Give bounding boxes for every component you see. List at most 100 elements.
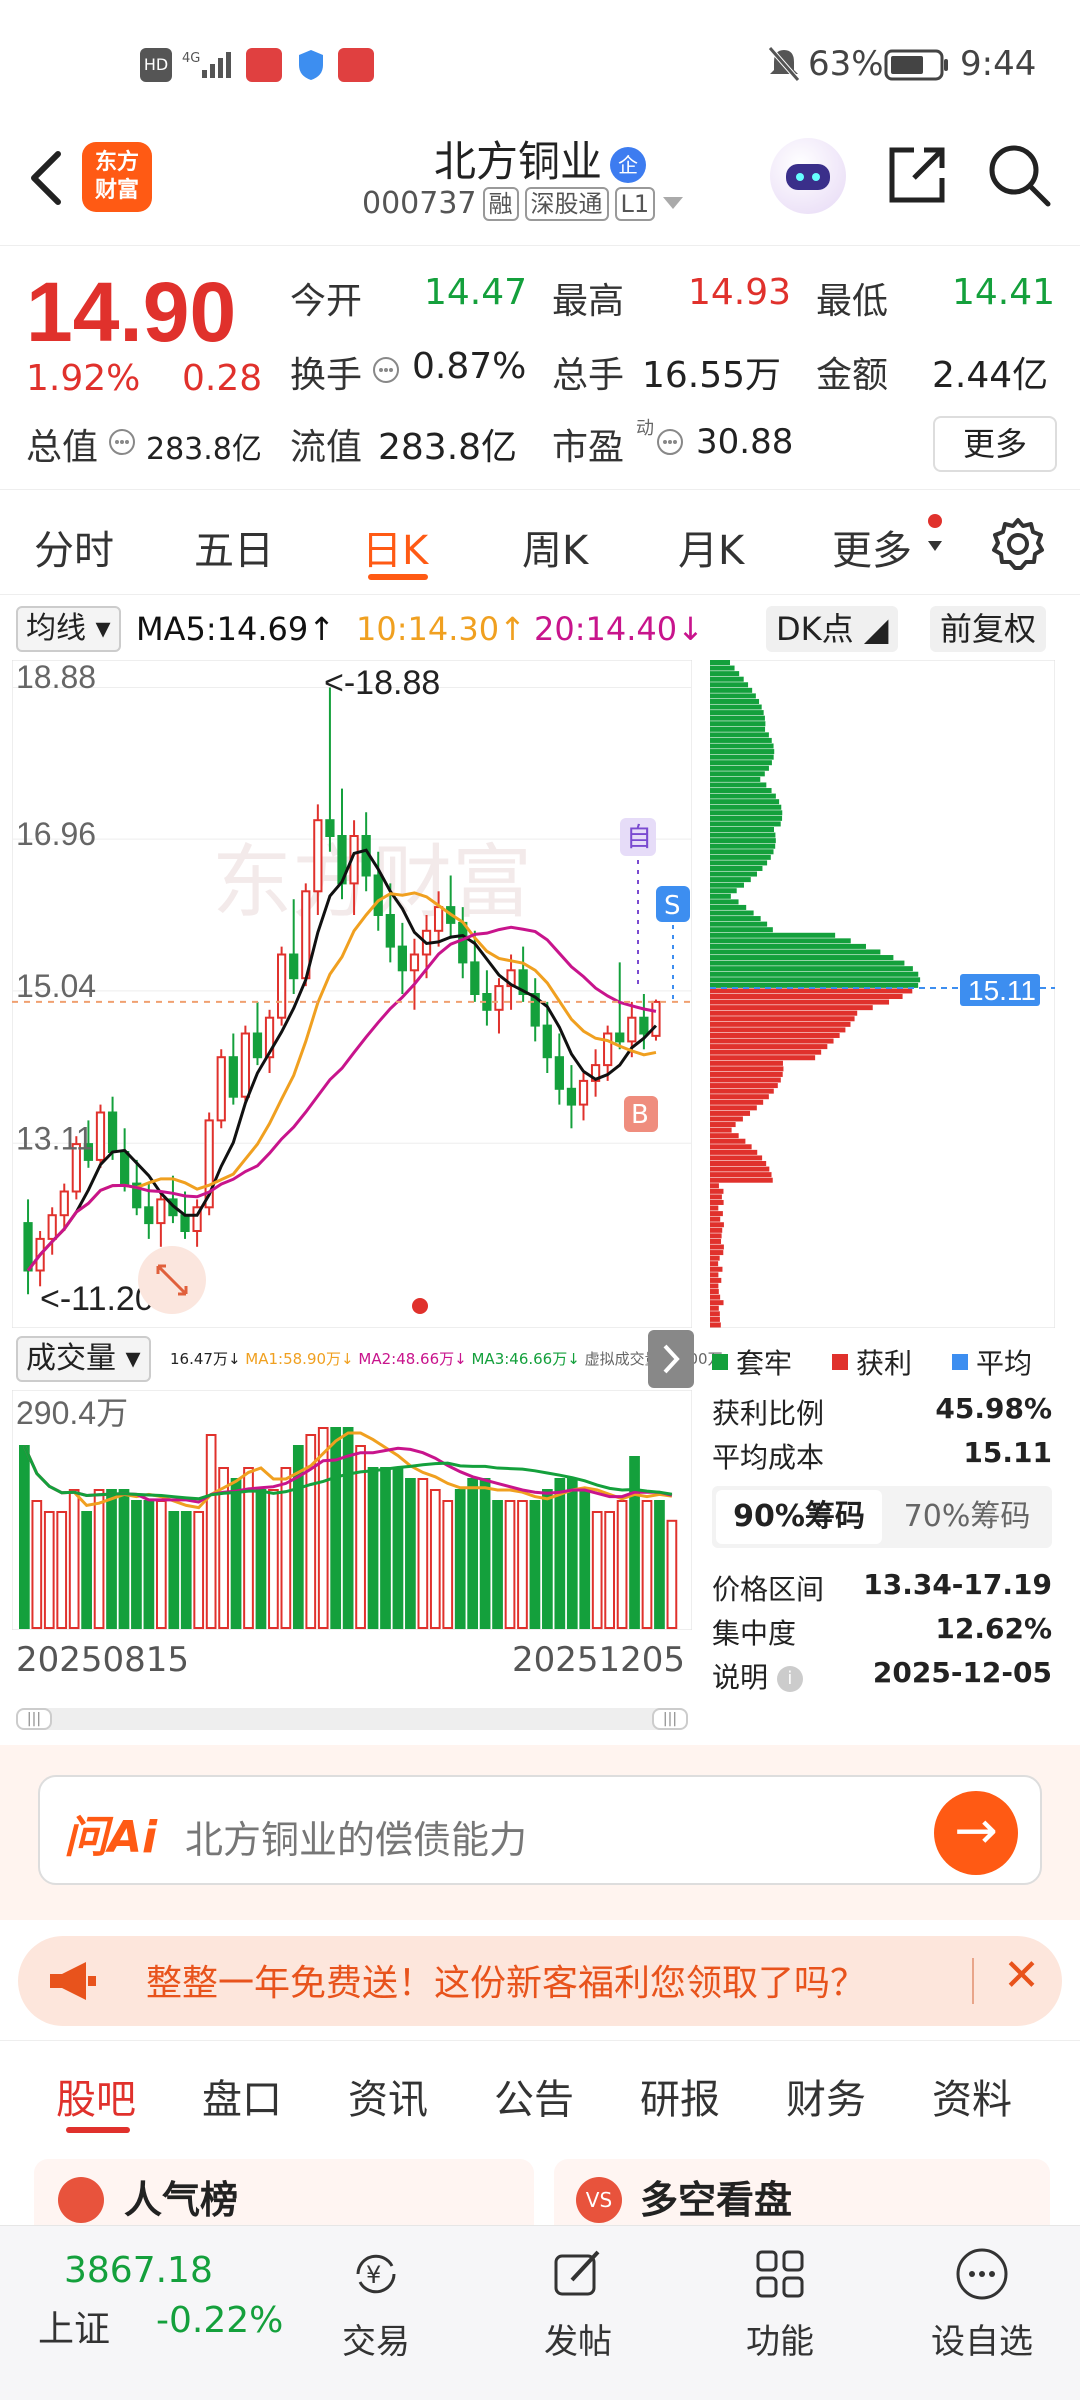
volume-bar (568, 1479, 577, 1628)
tab-pankou[interactable]: 盘口 (202, 2067, 282, 2125)
volume-button-label: 成交量 (26, 1341, 116, 1376)
chip-bar (710, 1050, 821, 1055)
tab-news[interactable]: 资讯 (348, 2067, 428, 2125)
share-icon[interactable] (884, 142, 950, 212)
index-value[interactable]: 3867.18 (64, 2250, 213, 2291)
active-tab-underline (66, 2127, 130, 2133)
chip-bar (710, 693, 756, 698)
note-label-wrap[interactable]: 说明 i (712, 1656, 803, 1696)
chip-bar (710, 1105, 757, 1110)
tab-finance[interactable]: 财务 (786, 2067, 866, 2125)
tab-chip-70[interactable]: 70%筹码 (886, 1490, 1048, 1544)
chip-bar (710, 721, 765, 726)
chip-bar (710, 727, 765, 732)
info-icon[interactable]: i (777, 1666, 803, 1692)
index-name[interactable]: 上证 (38, 2300, 110, 2352)
y-label-2: 16.96 (16, 816, 96, 852)
close-icon[interactable]: ✕ (1003, 1950, 1040, 2001)
chip-bar (710, 894, 731, 899)
tab-chip-90[interactable]: 90%筹码 (716, 1490, 882, 1544)
ai-ask-box[interactable]: 问Ai 北方铜业的偿债能力 → (38, 1775, 1042, 1885)
search-icon[interactable] (986, 142, 1052, 212)
expand-panel-button[interactable] (648, 1330, 694, 1388)
settings-icon[interactable] (990, 516, 1046, 576)
chip-bar (710, 716, 765, 721)
volume-bar (232, 1479, 241, 1628)
chip-bar (710, 1011, 857, 1016)
y-label-4: 13.11 (16, 1120, 94, 1156)
popularity-card[interactable]: 人气榜 (34, 2159, 534, 2225)
nav-functions[interactable]: 功能 (710, 2246, 850, 2363)
dropdown-icon[interactable] (661, 186, 685, 221)
tab-daily-k[interactable]: 日K (362, 518, 428, 576)
tab-research[interactable]: 研报 (640, 2067, 720, 2125)
tab-weekly-k[interactable]: 周K (522, 518, 588, 576)
promo-text[interactable]: 整整一年免费送！这份新客福利您领取了吗？ (146, 1954, 866, 2006)
ai-send-button[interactable]: → (934, 1791, 1018, 1875)
volume-chart[interactable]: 290.4万 (12, 1390, 692, 1630)
nav-trade[interactable]: ¥ 交易 (306, 2246, 446, 2363)
tab-guba[interactable]: 股吧 (56, 2067, 136, 2125)
chip-bar (710, 1061, 783, 1066)
tab-monthly-k[interactable]: 月K (678, 518, 744, 576)
chip-bar (710, 1256, 720, 1261)
ai-question[interactable]: 北方铜业的偿债能力 (185, 1809, 527, 1864)
open-value: 14.47 (424, 272, 527, 313)
chip-bar (710, 1222, 724, 1227)
tab-intraday[interactable]: 分时 (34, 518, 114, 576)
dk-point-button[interactable]: DK点 ◢ (766, 606, 898, 652)
svg-text:¥: ¥ (366, 2261, 381, 2289)
index-change[interactable]: -0.22% (156, 2300, 283, 2341)
volume-bar (618, 1501, 627, 1628)
adjust-button[interactable]: 前复权 (930, 606, 1046, 652)
more-button[interactable]: 更多 (933, 416, 1057, 472)
chip-bar (710, 1150, 757, 1155)
tab-five-day[interactable]: 五日 (194, 518, 274, 576)
volume-bar (481, 1479, 490, 1628)
pe-label: 市盈 (552, 418, 624, 470)
chip-bar (710, 1322, 721, 1327)
candle (435, 907, 442, 931)
long-short-card[interactable]: VS 多空看盘 (554, 2159, 1050, 2225)
candle (375, 876, 382, 916)
edit-icon (550, 2246, 606, 2302)
note-row: 说明 i 2025-12-05 (712, 1656, 1052, 1696)
info-icon[interactable] (656, 428, 684, 460)
tab-profile[interactable]: 资料 (932, 2067, 1012, 2125)
tab-announcements[interactable]: 公告 (494, 2067, 574, 2125)
chart-scrollbar[interactable]: ||| ||| (16, 1708, 688, 1730)
chip-bar (710, 1228, 722, 1233)
candle (387, 915, 394, 947)
scroll-handle-right[interactable]: ||| (652, 1708, 688, 1730)
grid-icon (752, 2246, 808, 2302)
info-icon[interactable] (372, 356, 400, 388)
ai-robot-icon[interactable] (770, 138, 846, 214)
bottom-nav: 3867.18 上证 -0.22% ¥ 交易 发帖 功能 设自选 (0, 2225, 1080, 2400)
chip-bar (710, 1250, 723, 1255)
nav-post[interactable]: 发帖 (508, 2246, 648, 2363)
chip-bar (710, 699, 759, 704)
stock-code-row[interactable]: 000737 融 深股通 L1 (362, 186, 685, 221)
enterprise-badge: 企 (610, 147, 646, 183)
promo-banner[interactable]: 整整一年免费送！这份新客福利您领取了吗？ ✕ (18, 1936, 1062, 2026)
candlestick-chart[interactable]: 东方财富 18.88 16.96 15.04 13.11 <-18.88 <-1… (12, 660, 692, 1328)
chip-bar (710, 1044, 827, 1049)
chip-bar (710, 1000, 889, 1005)
nav-add-watchlist[interactable]: 设自选 (912, 2246, 1052, 2363)
info-icon[interactable] (108, 428, 136, 460)
watermark: 东方财富 (212, 836, 532, 929)
hd-icon: HD (140, 48, 172, 82)
chip-bar (710, 1094, 769, 1099)
chip-bar (710, 732, 769, 737)
volume-selector[interactable]: 成交量 ▾ (16, 1336, 151, 1382)
concentration-label: 集中度 (712, 1612, 796, 1652)
candle (652, 1002, 659, 1036)
candle (326, 820, 333, 836)
scroll-handle-left[interactable]: ||| (16, 1708, 52, 1730)
volume-bar (95, 1490, 104, 1628)
ma-selector[interactable]: 均线 ▾ (16, 606, 121, 652)
y-label-max: 18.88 (16, 660, 96, 695)
tab-more[interactable]: 更多 (832, 518, 912, 576)
volume-bar (269, 1490, 278, 1628)
candle (399, 947, 406, 971)
